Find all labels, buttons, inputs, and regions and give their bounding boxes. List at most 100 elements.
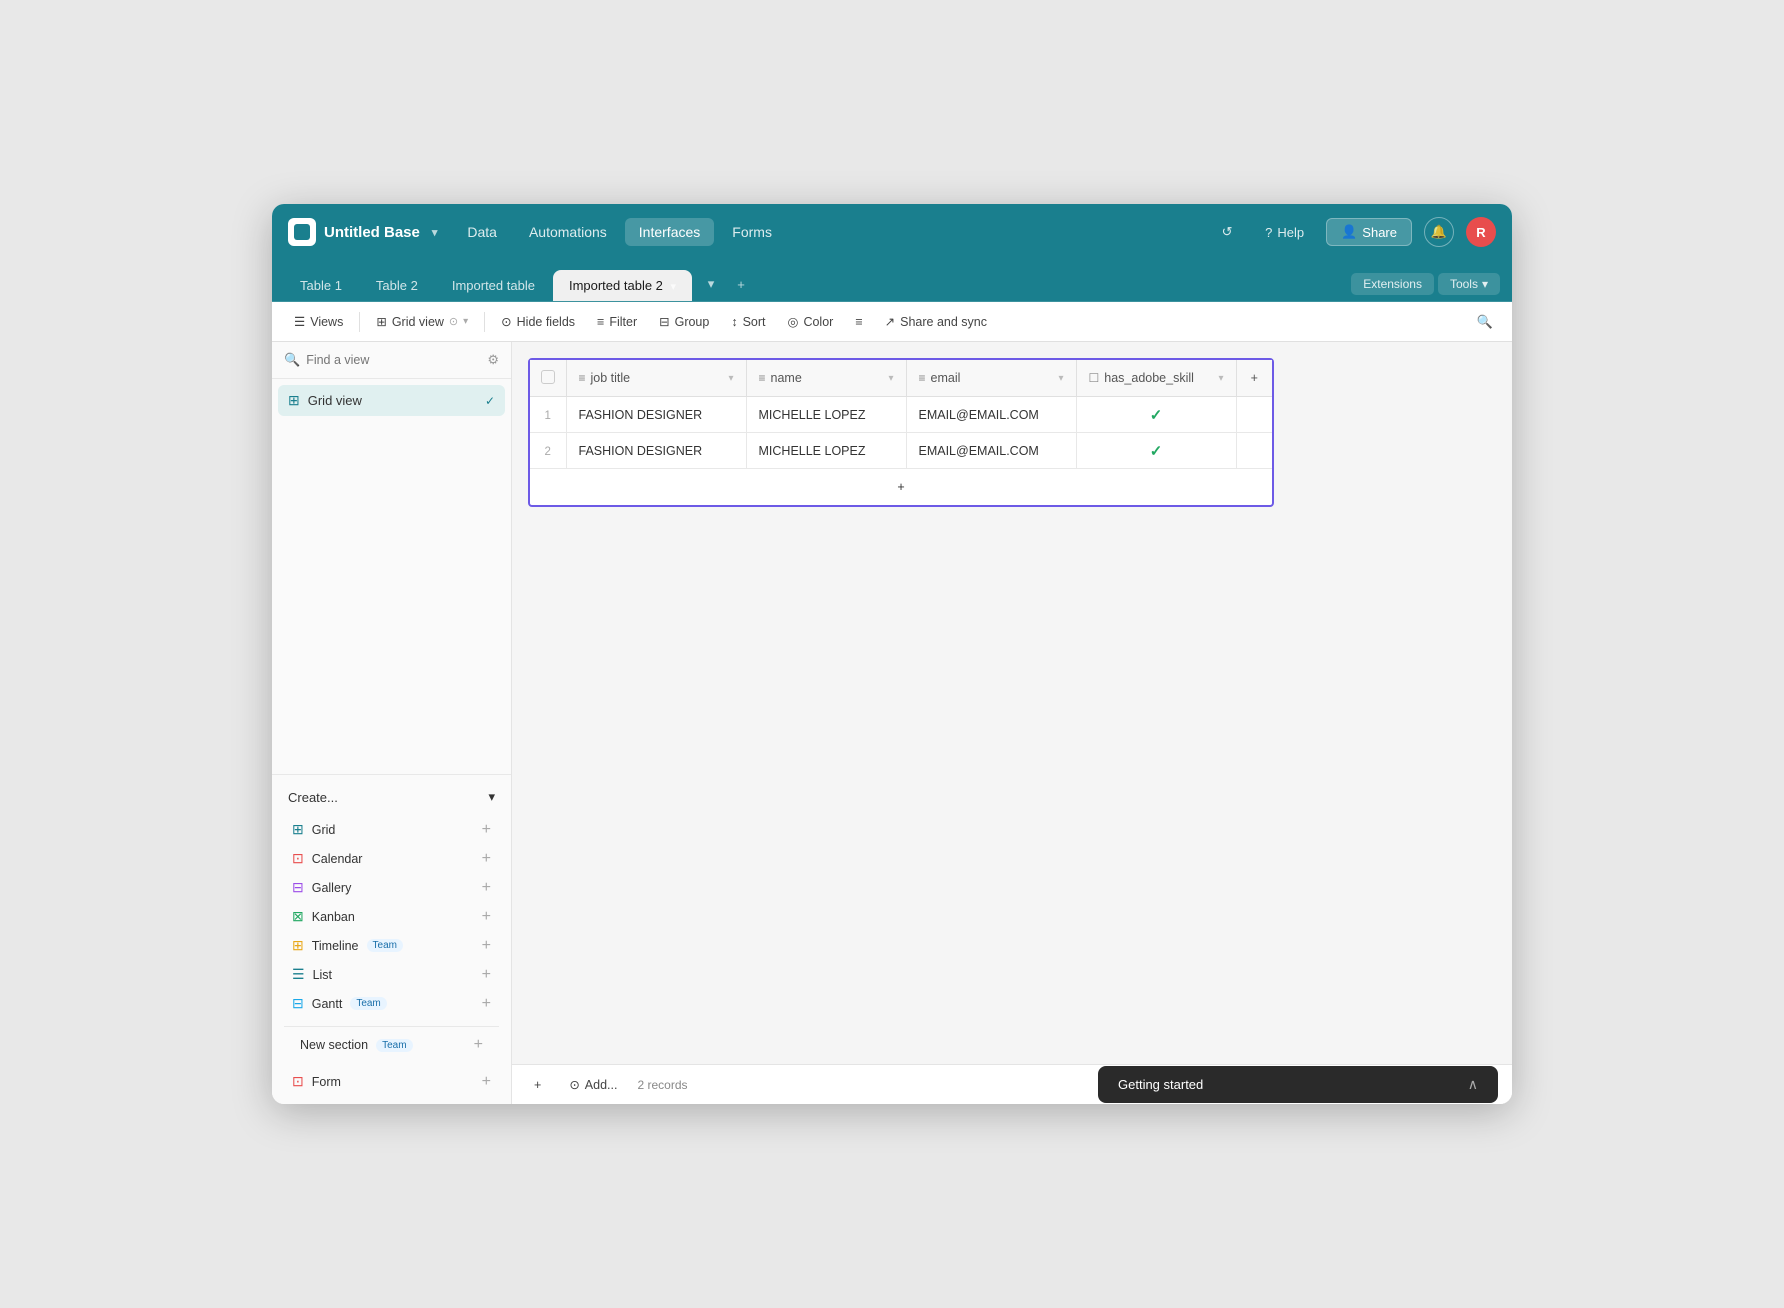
add-tab-btn[interactable]: + [728, 271, 754, 297]
create-calendar-plus[interactable]: + [482, 851, 491, 867]
help-btn[interactable]: ? Help [1255, 220, 1314, 245]
tools-btn[interactable]: Tools ▾ [1438, 273, 1500, 295]
nav-data[interactable]: Data [453, 218, 511, 246]
add-column-btn[interactable]: + [1236, 360, 1272, 397]
create-label: Create... [288, 790, 338, 805]
create-form-plus[interactable]: + [482, 1074, 491, 1090]
search-btn[interactable]: 🔍 [1470, 307, 1500, 337]
nav-right: ↺ ? Help 👤 Share 🔔 R [1211, 216, 1496, 248]
table-row: 1 FASHION DESIGNER MICHELLE LOPEZ EMAIL@… [530, 397, 1272, 433]
create-form[interactable]: ⊡ Form + [284, 1067, 499, 1096]
header-checkbox[interactable] [541, 370, 555, 384]
create-timeline-plus[interactable]: + [482, 938, 491, 954]
th-email: ≡ email ▾ [906, 360, 1076, 397]
group-btn[interactable]: ⊟ Group [649, 309, 719, 334]
sort-btn[interactable]: ↕ Sort [721, 310, 775, 334]
row1-extra [1236, 397, 1272, 433]
row1-job-title[interactable]: FASHION DESIGNER [566, 397, 746, 433]
create-kanban-label: Kanban [312, 910, 355, 924]
toolbar: ☰ Views ⊞ Grid view ⊙ ▾ ⊙ Hide fields ≡ … [272, 302, 1512, 342]
sidebar-search-bar: 🔍 ⚙ [272, 342, 511, 379]
row-height-btn[interactable]: ≡ [845, 310, 872, 334]
th-email-caret[interactable]: ▾ [1058, 373, 1063, 384]
nav-automations[interactable]: Automations [515, 218, 621, 246]
th-adobe-skill-caret[interactable]: ▾ [1218, 373, 1223, 384]
row1-adobe-skill[interactable]: ✓ [1076, 397, 1236, 433]
share-btn[interactable]: 👤 Share [1326, 218, 1412, 246]
hide-fields-btn[interactable]: ⊙ Hide fields [491, 309, 585, 334]
add-row-icon: + [534, 1078, 541, 1092]
getting-started-bar[interactable]: Getting started ∧ [1098, 1066, 1498, 1103]
sort-icon: ↕ [731, 315, 737, 329]
row2-job-title[interactable]: FASHION DESIGNER [566, 433, 746, 469]
new-section-item[interactable]: New section Team + [292, 1031, 491, 1059]
extensions-btn[interactable]: Extensions [1351, 273, 1434, 295]
color-btn[interactable]: ◎ Color [778, 309, 844, 334]
tab-caret[interactable]: ▾ [671, 281, 677, 293]
row2-name[interactable]: MICHELLE LOPEZ [746, 433, 906, 469]
avatar[interactable]: R [1466, 217, 1496, 247]
tab-table2[interactable]: Table 2 [360, 270, 434, 301]
th-name-caret[interactable]: ▾ [888, 373, 893, 384]
gridview-btn[interactable]: ⊞ Grid view ⊙ ▾ [366, 309, 478, 334]
share-sync-btn[interactable]: ↗ Share and sync [875, 309, 997, 334]
tab-imported-table[interactable]: Imported table [436, 270, 551, 301]
row1-email[interactable]: EMAIL@EMAIL.COM [906, 397, 1076, 433]
row2-num: 2 [545, 446, 551, 458]
create-gallery-plus[interactable]: + [482, 880, 491, 896]
tab-table1[interactable]: Table 1 [284, 270, 358, 301]
row1-name[interactable]: MICHELLE LOPEZ [746, 397, 906, 433]
row2-adobe-skill[interactable]: ✓ [1076, 433, 1236, 469]
create-gantt-plus[interactable]: + [482, 996, 491, 1012]
create-timeline[interactable]: ⊞ Timeline Team + [284, 931, 499, 960]
share-sync-icon: ↗ [885, 314, 895, 329]
th-job-title-caret[interactable]: ▾ [728, 373, 733, 384]
create-header[interactable]: Create... ▾ [284, 783, 499, 811]
create-list-plus[interactable]: + [482, 967, 491, 983]
search-icon: 🔍 [1477, 314, 1493, 330]
create-kanban[interactable]: ⊠ Kanban + [284, 902, 499, 931]
create-grid[interactable]: ⊞ Grid + [284, 815, 499, 844]
add-row-btn-cell[interactable]: + [530, 469, 1272, 505]
hide-fields-icon: ⊙ [501, 314, 511, 329]
th-job-title-label: job title [591, 371, 631, 385]
new-section-plus[interactable]: + [474, 1037, 483, 1053]
getting-started-chevron[interactable]: ∧ [1468, 1076, 1478, 1093]
tab-bar: Table 1 Table 2 Imported table Imported … [272, 260, 1512, 302]
create-kanban-plus[interactable]: + [482, 909, 491, 925]
create-gantt[interactable]: ⊟ Gantt Team + [284, 989, 499, 1018]
tools-caret: ▾ [1482, 277, 1488, 291]
logo-icon [288, 218, 316, 246]
add-row-btn[interactable]: + [526, 1074, 549, 1096]
tab-imported-table2[interactable]: Imported table 2 ▾ [553, 270, 692, 301]
create-grid-plus[interactable]: + [482, 822, 491, 838]
views-btn[interactable]: ☰ Views [284, 309, 353, 334]
toolbar-divider-2 [484, 312, 485, 332]
create-caret: ▾ [488, 789, 495, 805]
timeline-team-badge: Team [367, 939, 403, 952]
sidebar-search-input[interactable] [306, 353, 481, 367]
title-caret[interactable]: ▾ [432, 226, 438, 239]
toolbar-divider-1 [359, 312, 360, 332]
records-count: 2 records [637, 1078, 687, 1092]
sidebar-settings-icon[interactable]: ⚙ [487, 352, 499, 368]
add-other-btn[interactable]: ⊙ Add... [561, 1073, 625, 1096]
help-label: Help [1277, 225, 1304, 240]
tab-dropdown-btn[interactable]: ▾ [698, 271, 724, 297]
gridview-extra-icon: ⊙ [449, 315, 458, 328]
app-logo[interactable]: Untitled Base ▾ [288, 218, 437, 246]
create-gallery[interactable]: ⊟ Gallery + [284, 873, 499, 902]
notifications-btn[interactable]: 🔔 [1424, 217, 1454, 247]
filter-btn[interactable]: ≡ Filter [587, 310, 647, 334]
table-row: 2 FASHION DESIGNER MICHELLE LOPEZ EMAIL@… [530, 433, 1272, 469]
gridview-caret[interactable]: ▾ [463, 316, 468, 327]
history-btn[interactable]: ↺ [1211, 216, 1243, 248]
nav-interfaces[interactable]: Interfaces [625, 218, 714, 246]
sidebar-item-grid-view[interactable]: ⊞ Grid view ✓ [278, 385, 505, 416]
create-calendar[interactable]: ⊡ Calendar + [284, 844, 499, 873]
create-list[interactable]: ☰ List + [284, 960, 499, 989]
nav-forms[interactable]: Forms [718, 218, 786, 246]
row2-email[interactable]: EMAIL@EMAIL.COM [906, 433, 1076, 469]
tab-actions: ▾ + [698, 271, 754, 301]
main-area: 🔍 ⚙ ⊞ Grid view ✓ Create... ▾ ⊞ [272, 342, 1512, 1104]
